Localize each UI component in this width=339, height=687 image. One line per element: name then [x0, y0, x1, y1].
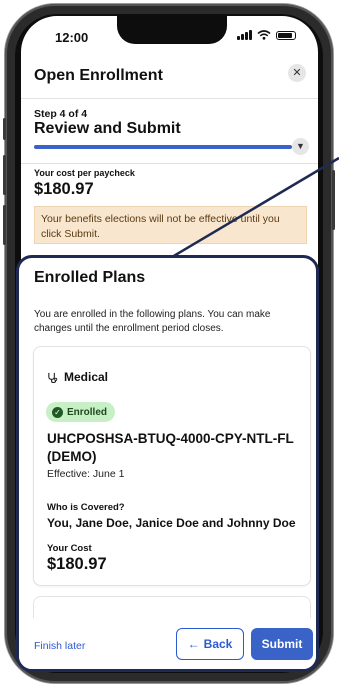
plan-effective-date: Effective: June 1: [47, 468, 125, 480]
your-cost-label: Your Cost: [47, 543, 92, 554]
notch: [117, 16, 227, 44]
signal-icon: [237, 30, 252, 40]
status-icons: [237, 30, 296, 40]
step-label: Step 4 of 4: [34, 108, 88, 120]
plan-code: UHCPOSHSA-BTUQ-4000-CPY-NTL-FL (DEMO): [47, 431, 294, 464]
step-title: Review and Submit: [34, 120, 181, 137]
submit-button[interactable]: Submit: [251, 628, 313, 660]
page-title: Open Enrollment: [34, 67, 163, 84]
back-button[interactable]: ← Back: [176, 628, 244, 660]
volume-up-button: [3, 155, 6, 195]
enrolled-status-badge: ✓ Enrolled: [46, 402, 116, 422]
back-button-label: Back: [203, 637, 233, 651]
side-button: [3, 118, 6, 140]
plan-category-label: Medical: [64, 370, 109, 384]
enrolled-status-label: Enrolled: [67, 406, 108, 418]
submit-notice: Your benefits elections will not be effe…: [34, 206, 307, 244]
progress-bar: [34, 145, 292, 149]
finish-later-link[interactable]: Finish later: [34, 640, 85, 652]
progress-divider: [21, 163, 318, 164]
your-cost-amount: $180.97: [47, 555, 107, 573]
chevron-down-icon[interactable]: ▼: [292, 138, 309, 155]
power-button: [332, 170, 335, 230]
covered-names: You, Jane Doe, Janice Doe and Johnny Doe: [47, 516, 296, 530]
volume-down-button: [3, 205, 6, 245]
enrolled-plans-description: You are enrolled in the following plans.…: [34, 309, 271, 334]
arrow-left-icon: ←: [187, 637, 200, 651]
close-icon[interactable]: ✕: [288, 64, 306, 82]
status-time: 12:00: [55, 30, 89, 45]
enrolled-plans-panel: Enrolled Plans You are enrolled in the f…: [16, 255, 319, 672]
stethoscope-icon: [48, 372, 58, 383]
cost-per-paycheck-label: Your cost per paycheck: [34, 168, 135, 178]
enrolled-plans-title: Enrolled Plans: [34, 269, 146, 286]
wifi-icon: [257, 30, 271, 40]
battery-icon: [276, 30, 296, 40]
check-circle-icon: ✓: [52, 406, 63, 418]
cost-per-paycheck-amount: $180.97: [34, 180, 94, 198]
plan-card-medical[interactable]: Medical ✓ Enrolled UHCPOSHSA-BTUQ-4000-C…: [33, 346, 311, 586]
plan-category: Medical: [47, 370, 108, 384]
header-divider: [21, 98, 318, 99]
who-is-covered-label: Who is Covered?: [47, 502, 125, 513]
